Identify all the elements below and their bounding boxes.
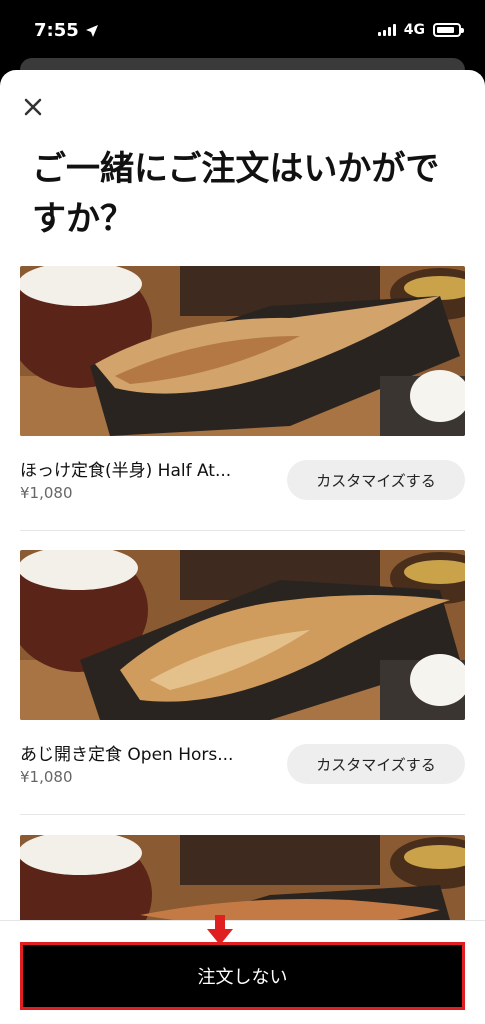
list-item[interactable]: あじ開き定食 Open Hors... ¥1,080 カスタマイズする	[20, 550, 465, 815]
list-item[interactable]	[20, 835, 465, 1005]
no-order-button[interactable]: 注文しない	[20, 942, 465, 1010]
item-name: ほっけ定食(半身) Half At...	[20, 461, 232, 481]
food-image	[20, 266, 465, 436]
status-indicators: 4G	[377, 22, 464, 38]
network-type: 4G	[403, 22, 425, 38]
signal-icon	[377, 24, 396, 36]
battery-icon	[433, 23, 464, 37]
status-time: 7:55	[34, 20, 99, 41]
food-image	[20, 550, 465, 720]
close-button[interactable]	[18, 92, 48, 122]
list-item[interactable]: ほっけ定食(半身) Half At... ¥1,080 カスタマイズする	[20, 266, 465, 531]
arrow-down-icon	[207, 915, 233, 945]
divider	[20, 530, 465, 531]
item-price: ¥1,080	[20, 484, 73, 502]
divider	[20, 814, 465, 815]
status-bar: 7:55 4G	[0, 0, 485, 62]
location-arrow-icon	[85, 24, 98, 37]
item-price: ¥1,080	[20, 768, 73, 786]
item-name: あじ開き定食 Open Hors...	[20, 745, 234, 765]
upsell-sheet: ご一緒にご注文はいかがですか？ ほっけ定食(半身) Half At... ¥1,…	[0, 70, 485, 1024]
customize-button[interactable]: カスタマイズする	[287, 460, 465, 500]
clock: 7:55	[34, 20, 79, 41]
page-title: ご一緒にご注文はいかがですか？	[32, 149, 440, 239]
close-icon	[24, 98, 42, 116]
customize-button[interactable]: カスタマイズする	[287, 744, 465, 784]
